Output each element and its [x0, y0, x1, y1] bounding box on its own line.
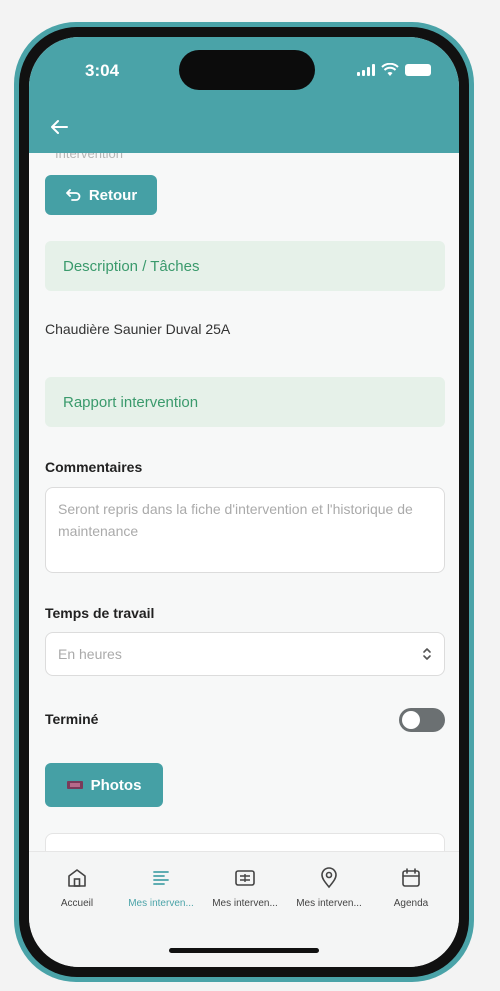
undo-icon [65, 189, 81, 201]
work-time-placeholder: En heures [58, 646, 122, 662]
rapport-section-header: Rapport intervention [45, 377, 445, 427]
work-time-select[interactable]: En heures [45, 632, 445, 676]
scrolled-title: Intervention [55, 153, 123, 161]
comments-textarea[interactable]: Seront repris dans la fiche d'interventi… [45, 487, 445, 573]
app-header: 3:04 [29, 37, 459, 153]
home-indicator [169, 948, 319, 953]
location-pin-icon [321, 867, 337, 889]
phone-bezel: 3:04 Intervention Retour Description / T… [19, 27, 469, 977]
toggle-knob [402, 711, 420, 729]
retour-button[interactable]: Retour [45, 175, 157, 215]
description-text: Chaudière Saunier Duval 25A [45, 321, 231, 337]
calendar-icon [402, 868, 420, 887]
bottom-tab-bar: Accueil Mes interven... Mes interven... [29, 851, 459, 967]
stepper-icon [423, 648, 431, 660]
tab-label: Accueil [60, 898, 94, 909]
camera-icon [66, 781, 83, 789]
description-section-header: Description / Tâches [45, 241, 445, 291]
status-time: 3:04 [85, 61, 120, 80]
tab-label: Mes interven... [296, 898, 362, 909]
tab-mes-interventions-list[interactable]: Mes interven... [119, 866, 203, 909]
done-toggle[interactable] [399, 708, 445, 732]
tab-label: Agenda [393, 898, 429, 909]
tab-accueil[interactable]: Accueil [35, 866, 119, 909]
battery-icon [405, 64, 431, 76]
tab-agenda[interactable]: Agenda [369, 866, 453, 909]
tab-label: Mes interven... [212, 898, 278, 909]
list-icon [153, 871, 169, 885]
phone-frame: 3:04 Intervention Retour Description / T… [14, 22, 474, 982]
app-screen: 3:04 Intervention Retour Description / T… [29, 37, 459, 967]
signal-icon [357, 64, 375, 76]
dynamic-island [179, 50, 315, 90]
comments-label: Commentaires [45, 459, 143, 475]
tab-mes-interventions-calc[interactable]: Mes interven... [203, 866, 287, 909]
tab-mes-interventions-map[interactable]: Mes interven... [287, 866, 371, 909]
done-label: Terminé [45, 711, 99, 727]
retour-button-label: Retour [88, 186, 138, 204]
calculator-icon [235, 870, 255, 886]
tab-label: Mes interven... [128, 898, 194, 909]
status-icons [357, 63, 431, 77]
home-icon [68, 869, 86, 887]
photos-button-label: Photos [90, 776, 142, 794]
back-arrow-icon[interactable] [47, 115, 71, 139]
photos-button[interactable]: Photos [45, 763, 163, 807]
work-time-label: Temps de travail [45, 605, 155, 621]
wifi-icon [381, 63, 399, 76]
